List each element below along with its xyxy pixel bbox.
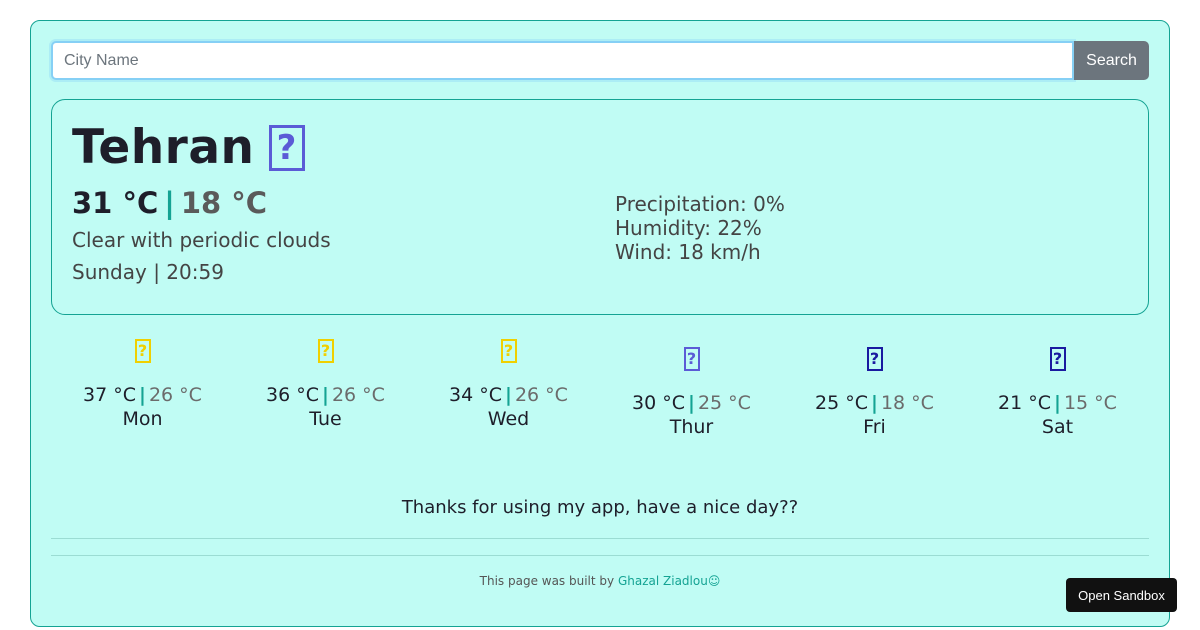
temp-separator: | xyxy=(139,384,146,406)
author-link[interactable]: Ghazal Ziadlou xyxy=(618,574,708,588)
forecast-temp-max: 37 °C xyxy=(83,384,137,406)
forecast-row: ? 37 °C | 26 °C Mon? 36 °C | 26 °C Tue? 34 °C | 26 … xyxy=(51,339,1149,469)
cloud-sun-icon: ? xyxy=(268,125,305,171)
current-temp-min: 18 °C xyxy=(180,186,268,220)
footer-prefix: This page was built by xyxy=(479,574,618,588)
forecast-day: ? 37 °C | 26 °C Mon xyxy=(51,339,234,431)
forecast-day: ? 30 °C | 25 °C Thur xyxy=(600,347,783,439)
rain-icon: ? xyxy=(866,347,883,371)
open-sandbox-button[interactable]: Open Sandbox xyxy=(1066,578,1177,612)
forecast-temp-min: 25 °C xyxy=(697,392,751,414)
forecast-day-name: Thur xyxy=(669,416,714,438)
temp-separator: | xyxy=(871,392,878,414)
forecast-temps: 21 °C | 15 °C xyxy=(966,391,1149,415)
search-bar: Search xyxy=(51,41,1149,80)
sun-icon: ? xyxy=(500,339,517,363)
temp-separator: | xyxy=(688,392,695,414)
temp-separator: | xyxy=(1054,392,1061,414)
forecast-temp-min: 26 °C xyxy=(514,384,568,406)
current-datetime: Sunday | 20:59 xyxy=(72,260,224,284)
weather-description: Clear with periodic clouds xyxy=(72,228,331,252)
forecast-day-name: Tue xyxy=(309,408,342,430)
forecast-temps: 36 °C | 26 °C xyxy=(234,383,417,407)
divider xyxy=(51,555,1149,556)
humidity: Humidity: 22% xyxy=(615,216,762,240)
search-button[interactable]: Search xyxy=(1074,41,1149,80)
forecast-temps: 25 °C | 18 °C xyxy=(783,391,966,415)
temp-separator: | xyxy=(505,384,512,406)
footer: This page was built by Ghazal Ziadlou☺ xyxy=(51,574,1149,588)
forecast-day: ? 36 °C | 26 °C Tue xyxy=(234,339,417,431)
forecast-day-name: Fri xyxy=(863,416,886,438)
forecast-temp-max: 25 °C xyxy=(815,392,869,414)
weather-stats: Precipitation: 0% Humidity: 22% Wind: 18… xyxy=(615,192,785,264)
forecast-temps: 30 °C | 25 °C xyxy=(600,391,783,415)
current-temperatures: 31 °C | 18 °C xyxy=(72,184,267,222)
forecast-day-name: Sat xyxy=(1041,416,1074,438)
forecast-temp-min: 18 °C xyxy=(880,392,934,414)
forecast-temp-max: 36 °C xyxy=(266,384,320,406)
city-name: Tehran xyxy=(72,120,255,175)
weather-app: Search Tehran ? 31 °C|18 °C Clear with p… xyxy=(30,20,1170,627)
divider xyxy=(51,538,1149,539)
forecast-day-name: Mon xyxy=(122,408,163,430)
sun-icon: ? xyxy=(317,339,334,363)
thanks-message: Thanks for using my app, have a nice day… xyxy=(401,497,799,518)
forecast-temp-min: 26 °C xyxy=(148,384,202,406)
smile-icon: ☺ xyxy=(707,574,721,588)
forecast-temp-min: 15 °C xyxy=(1063,392,1117,414)
forecast-day: ? 34 °C | 26 °C Wed xyxy=(417,339,600,431)
forecast-day: ? 21 °C | 15 °C Sat xyxy=(966,347,1149,439)
temp-separator: | xyxy=(164,186,175,220)
cloud-icon: ? xyxy=(683,347,700,371)
current-temp-max: 31 °C xyxy=(72,186,159,220)
search-input[interactable] xyxy=(51,41,1074,80)
wind: Wind: 18 km/h xyxy=(615,240,761,264)
forecast-day: ? 25 °C | 18 °C Fri xyxy=(783,347,966,439)
sun-icon: ? xyxy=(134,339,151,363)
forecast-temp-max: 21 °C xyxy=(998,392,1052,414)
temp-separator: | xyxy=(322,384,329,406)
precipitation: Precipitation: 0% xyxy=(615,192,785,216)
city-heading: Tehran ? xyxy=(72,120,305,176)
forecast-temp-min: 26 °C xyxy=(331,384,385,406)
rain-icon: ? xyxy=(1049,347,1066,371)
current-weather-card: Tehran ? 31 °C | 18 °C Clear with periodic… xyxy=(51,99,1149,315)
forecast-temps: 37 °C | 26 °C xyxy=(51,383,234,407)
forecast-temps: 34 °C | 26 °C xyxy=(417,383,600,407)
forecast-temp-max: 30 °C xyxy=(632,392,686,414)
forecast-day-name: Wed xyxy=(487,408,530,430)
forecast-temp-max: 34 °C xyxy=(449,384,503,406)
